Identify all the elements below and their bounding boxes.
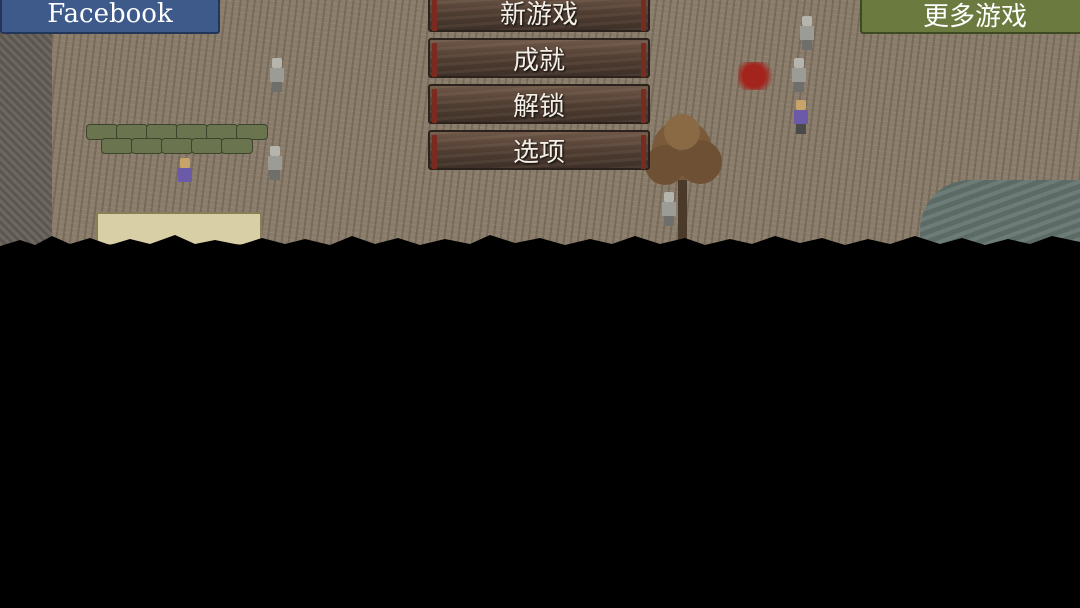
more-games-label: 更多游戏 <box>922 1 1027 32</box>
rock-wall <box>0 30 52 245</box>
game-scene: Facebook 更多游戏 新游戏 成就 解锁 选项 <box>0 0 1080 608</box>
plank-nail <box>432 89 437 123</box>
plank-nail <box>432 0 437 31</box>
menu-item-options[interactable]: 选项 <box>428 130 650 170</box>
menu-item-label: 选项 <box>512 137 565 168</box>
menu-item-achievements[interactable]: 成就 <box>428 38 650 78</box>
menu-item-label: 新游戏 <box>499 0 578 30</box>
menu-item-label: 成就 <box>512 45 565 76</box>
facebook-label: Facebook <box>47 0 173 29</box>
plank-nail <box>641 43 646 77</box>
more-games-button[interactable]: 更多游戏 <box>860 0 1080 34</box>
plank-nail <box>641 0 646 31</box>
zombie-sprite <box>790 58 808 92</box>
plank-nail <box>432 43 437 77</box>
menu-item-unlock[interactable]: 解锁 <box>428 84 650 124</box>
facebook-button[interactable]: Facebook <box>0 0 220 34</box>
menu-item-new-game[interactable]: 新游戏 <box>428 0 650 32</box>
plank-nail <box>641 135 646 169</box>
zombie-sprite <box>268 58 286 92</box>
sandbag-wall <box>86 124 272 158</box>
zombie-sprite <box>266 146 284 180</box>
menu-item-label: 解锁 <box>512 91 565 122</box>
survivor-sprite <box>792 100 810 134</box>
silhouette-horizon <box>0 235 1080 252</box>
plank-nail <box>641 89 646 123</box>
blood-splatter <box>738 62 778 90</box>
survivor-sprite <box>176 158 194 184</box>
plank-nail <box>432 135 437 169</box>
zombie-sprite <box>798 16 816 50</box>
main-menu: 新游戏 成就 解锁 选项 <box>428 0 650 176</box>
